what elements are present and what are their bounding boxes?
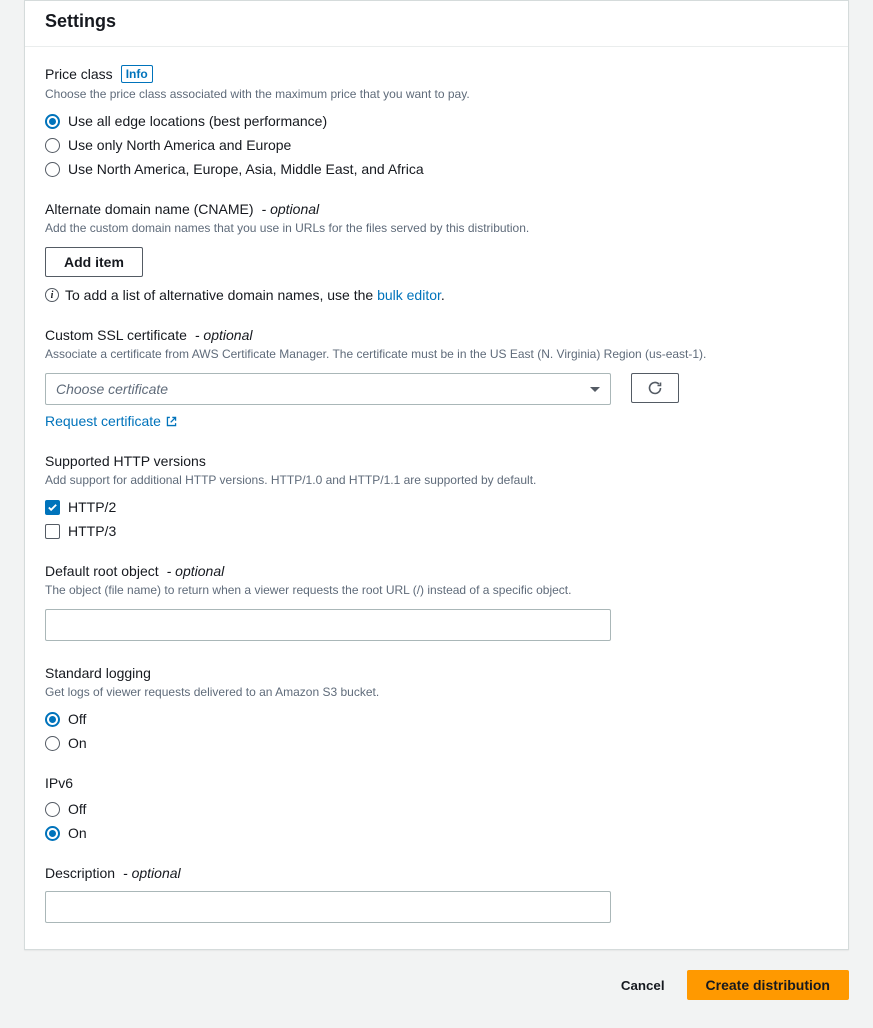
option-label: HTTP/3: [68, 523, 116, 539]
chevron-down-icon: [590, 387, 600, 392]
ipv6-option-on[interactable]: On: [45, 825, 828, 841]
info-icon: i: [45, 288, 59, 302]
price-class-options: Use all edge locations (best performance…: [45, 113, 828, 177]
cname-hint: Add the custom domain names that you use…: [45, 219, 828, 237]
radio-icon[interactable]: [45, 736, 60, 751]
ssl-field: Custom SSL certificate - optional Associ…: [45, 327, 828, 429]
ssl-certificate-select[interactable]: Choose certificate: [45, 373, 611, 405]
description-label: Description: [45, 865, 115, 881]
logging-label: Standard logging: [45, 665, 151, 681]
radio-icon[interactable]: [45, 138, 60, 153]
cname-field: Alternate domain name (CNAME) - optional…: [45, 201, 828, 303]
ssl-label: Custom SSL certificate: [45, 327, 187, 343]
settings-header: Settings: [25, 1, 848, 47]
checkbox-icon[interactable]: [45, 500, 60, 515]
http-label: Supported HTTP versions: [45, 453, 206, 469]
price-class-option-na-eu-asia[interactable]: Use North America, Europe, Asia, Middle …: [45, 161, 828, 177]
cname-note: i To add a list of alternative domain na…: [45, 287, 828, 303]
external-link-icon: [165, 415, 178, 428]
ipv6-field: IPv6 Off On: [45, 775, 828, 841]
http2-option[interactable]: HTTP/2: [45, 499, 828, 515]
settings-panel: Settings Price class Info Choose the pri…: [24, 0, 849, 950]
add-item-button[interactable]: Add item: [45, 247, 143, 277]
cancel-button[interactable]: Cancel: [607, 970, 679, 1000]
description-field: Description - optional: [45, 865, 828, 923]
option-label: Off: [68, 801, 86, 817]
option-label: Use North America, Europe, Asia, Middle …: [68, 161, 424, 177]
price-class-option-na-eu[interactable]: Use only North America and Europe: [45, 137, 828, 153]
http3-option[interactable]: HTTP/3: [45, 523, 828, 539]
optional-text: - optional: [262, 201, 320, 217]
footer: Cancel Create distribution: [24, 970, 849, 1000]
radio-icon[interactable]: [45, 712, 60, 727]
price-class-label: Price class: [45, 66, 113, 82]
root-object-field: Default root object - optional The objec…: [45, 563, 828, 641]
root-object-input[interactable]: [45, 609, 611, 641]
radio-icon[interactable]: [45, 802, 60, 817]
bulk-editor-link[interactable]: bulk editor: [377, 287, 441, 303]
refresh-icon: [647, 380, 663, 396]
note-suffix: .: [441, 287, 445, 303]
checkbox-icon[interactable]: [45, 524, 60, 539]
logging-option-on[interactable]: On: [45, 735, 828, 751]
price-class-hint: Choose the price class associated with t…: [45, 85, 828, 103]
ipv6-option-off[interactable]: Off: [45, 801, 828, 817]
option-label: Use only North America and Europe: [68, 137, 291, 153]
option-label: Off: [68, 711, 86, 727]
http-versions-field: Supported HTTP versions Add support for …: [45, 453, 828, 539]
root-object-hint: The object (file name) to return when a …: [45, 581, 828, 599]
price-class-field: Price class Info Choose the price class …: [45, 65, 828, 177]
root-object-label: Default root object: [45, 563, 159, 579]
link-text: Request certificate: [45, 413, 161, 429]
http-hint: Add support for additional HTTP versions…: [45, 471, 828, 489]
logging-hint: Get logs of viewer requests delivered to…: [45, 683, 828, 701]
option-label: On: [68, 825, 87, 841]
optional-text: - optional: [167, 563, 225, 579]
info-badge[interactable]: Info: [121, 65, 153, 83]
option-label: Use all edge locations (best performance…: [68, 113, 327, 129]
radio-icon[interactable]: [45, 114, 60, 129]
select-placeholder: Choose certificate: [56, 381, 168, 397]
create-distribution-button[interactable]: Create distribution: [687, 970, 849, 1000]
logging-option-off[interactable]: Off: [45, 711, 828, 727]
radio-icon[interactable]: [45, 162, 60, 177]
ipv6-label: IPv6: [45, 775, 73, 791]
panel-title: Settings: [45, 11, 116, 31]
optional-text: - optional: [195, 327, 253, 343]
option-label: HTTP/2: [68, 499, 116, 515]
note-prefix: To add a list of alternative domain name…: [65, 287, 377, 303]
radio-icon[interactable]: [45, 826, 60, 841]
price-class-option-all[interactable]: Use all edge locations (best performance…: [45, 113, 828, 129]
cname-label: Alternate domain name (CNAME): [45, 201, 254, 217]
refresh-button[interactable]: [631, 373, 679, 403]
ssl-hint: Associate a certificate from AWS Certifi…: [45, 345, 828, 363]
description-input[interactable]: [45, 891, 611, 923]
option-label: On: [68, 735, 87, 751]
logging-field: Standard logging Get logs of viewer requ…: [45, 665, 828, 751]
request-certificate-link[interactable]: Request certificate: [45, 413, 178, 429]
optional-text: - optional: [123, 865, 181, 881]
